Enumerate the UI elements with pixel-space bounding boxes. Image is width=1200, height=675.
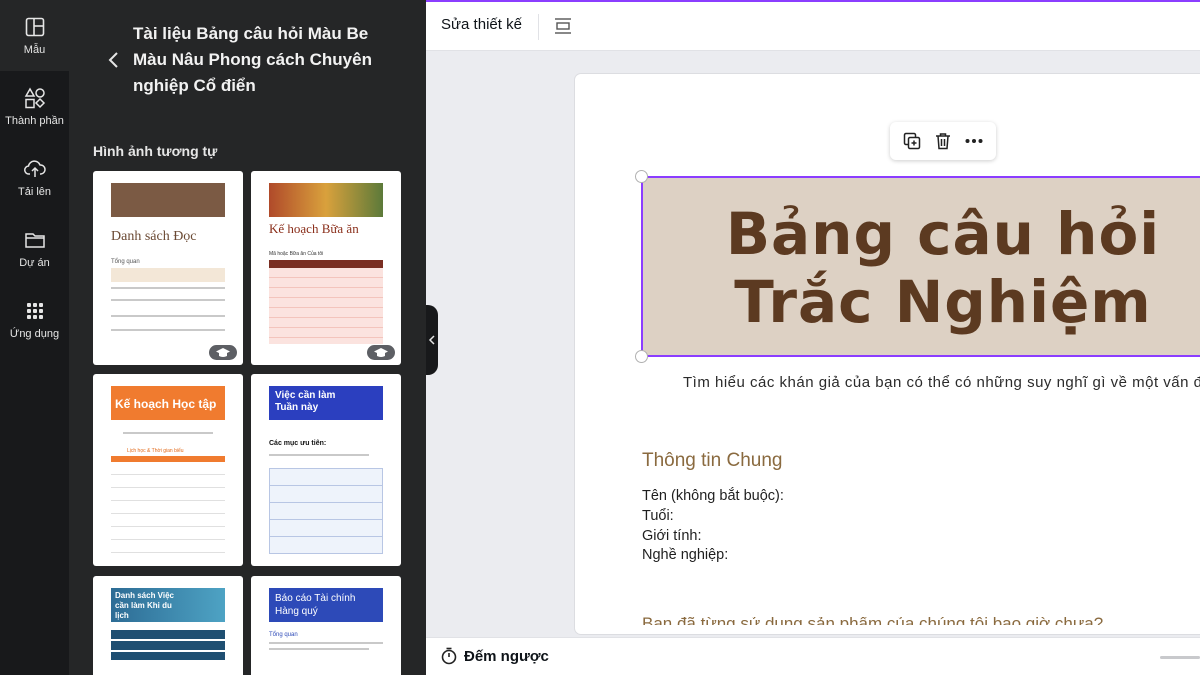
chevron-left-icon [428,335,435,345]
thumb-photo [111,183,225,217]
template-thumb-quarterly-report[interactable]: Báo cáo Tài chính Hàng quý Tổng quan [251,576,401,675]
template-title: Tài liệu Bảng câu hỏi Màu Be Màu Nâu Pho… [133,24,372,95]
back-chevron-icon[interactable] [102,48,126,72]
rail-item-templates[interactable]: Mẫu [0,0,69,71]
editor-bottombar: Đếm ngược [426,637,1200,675]
panel-collapse-handle[interactable] [426,305,438,375]
graduation-cap-icon [216,347,230,357]
toolbar-divider [538,14,539,40]
resize-handle-bottom-left[interactable] [635,350,648,363]
section-general-info: Thông tin Chung [642,450,783,471]
template-thumb-meal-plan[interactable]: Kế hoạch Bữa ăn Mã hoặc Bữa ăn Của tôi [251,171,401,365]
templates-panel: Tài liệu Bảng câu hỏi Màu Be Màu Nâu Pho… [69,0,426,675]
rail-label: Ứng dụng [9,328,60,340]
stopwatch-icon [441,647,457,665]
rail-item-elements[interactable]: Thành phần [0,71,69,142]
document-title: Bảng câu hỏi Trắc Nghiệm [643,200,1200,336]
editor-topbar: Sửa thiết kế [426,0,1200,51]
rail-label: Thành phần [5,115,64,127]
template-icon [25,17,44,37]
thumb-title: Danh sách Đọc [111,229,197,244]
field-age: Tuổi: [642,508,674,524]
timer-button[interactable]: Đếm ngược [440,647,549,665]
position-align-icon[interactable] [552,15,574,37]
folder-icon [24,233,45,248]
left-rail: Mẫu Thành phần Tải lên Dự án Ứng dụng [0,0,69,675]
thumb-title: Việc cần làm Tuần này [275,390,336,413]
field-gender: Giới tính: [642,528,702,544]
field-name: Tên (không bắt buộc): [642,488,784,504]
thumb-subtitle: Mã hoặc Bữa ăn Của tôi [269,251,324,257]
title-text-block[interactable]: Bảng câu hỏi Trắc Nghiệm [641,176,1200,357]
graduation-cap-icon [374,347,388,357]
rail-label: Dự án [19,257,50,269]
similar-images-heading: Hình ảnh tương tự [93,143,218,159]
thumb-subtitle: Các mục ưu tiên: [269,440,327,447]
rail-label: Mẫu [23,44,46,56]
duplicate-button[interactable] [899,128,925,154]
edit-design-button[interactable]: Sửa thiết kế [441,16,522,33]
duplicate-icon [903,132,920,150]
premium-badge [209,345,237,360]
document-subtitle: Tìm hiểu các khán giả của bạn có thể có … [683,374,1200,391]
zoom-slider[interactable] [1160,656,1200,659]
thumb-subtitle: Tổng quan [269,632,298,638]
upload-icon [23,160,46,177]
thumb-title: Kế hoạch Bữa ăn [269,221,359,236]
rail-item-apps[interactable]: Ứng dụng [0,284,69,355]
title-line-2: Trắc Nghiệm [734,268,1152,336]
thumb-subtitle: Tổng quan [111,259,140,265]
element-context-toolbar [890,122,996,160]
rail-item-projects[interactable]: Dự án [0,213,69,284]
cutoff-question-text: Bạn đã từng sử dụng sản phẩm của chúng t… [642,617,1200,625]
trash-icon [935,133,950,150]
thumb-subtitle: Lịch học & Thời gian biểu [127,448,184,454]
template-thumb-reading-list[interactable]: Danh sách Đọc Tổng quan [93,171,243,365]
template-thumb-weekly-todo[interactable]: Việc cần làm Tuần này Các mục ưu tiên: [251,374,401,566]
template-thumb-study-plan[interactable]: Kế hoạch Học tập Lịch học & Thời gian bi… [93,374,243,566]
title-line-1: Bảng câu hỏi [725,200,1161,268]
resize-handle-top-left[interactable] [635,170,648,183]
premium-badge [367,345,395,360]
template-thumb-travel-todo[interactable]: Danh sách Việc cần làm Khi du lịch [93,576,243,675]
elements-icon [24,87,45,109]
thumb-photo [269,183,383,217]
delete-button[interactable] [930,128,956,154]
rail-item-uploads[interactable]: Tải lên [0,142,69,213]
field-occupation: Nghề nghiệp: [642,547,729,563]
apps-grid-icon [26,303,43,319]
thumb-title: Danh sách Việc cần làm Khi du lịch [115,591,174,620]
thumb-title: Kế hoạch Học tập [115,397,217,411]
rail-label: Tải lên [17,186,52,198]
more-options-button[interactable] [961,128,987,154]
more-horizontal-icon [965,139,983,143]
thumb-title: Báo cáo Tài chính Hàng quý [275,593,356,617]
timer-label: Đếm ngược [464,647,549,665]
